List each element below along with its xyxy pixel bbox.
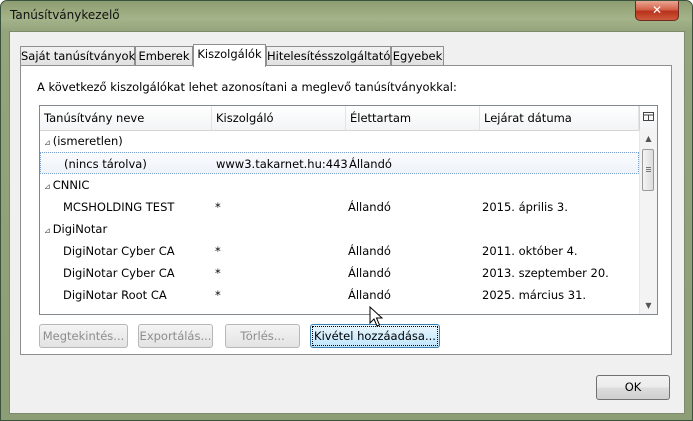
tab-servers[interactable]: Kiszolgálók <box>193 44 266 67</box>
column-header-name[interactable]: Tanúsítvány neve <box>40 106 212 130</box>
vertical-scrollbar[interactable]: ▲ ▼ <box>639 130 657 314</box>
cell-server: www3.takarnet.hu:443 <box>216 157 348 171</box>
ok-button[interactable]: OK <box>596 375 670 400</box>
group-label: ⊿ DigiNotar <box>44 218 107 240</box>
cell-expiry: 2025. március 31. <box>482 288 587 302</box>
table-row[interactable]: (nincs tárolva) www3.takarnet.hu:443 Állan… <box>40 152 639 174</box>
group-label: ⊿ (ismeretlen) <box>44 130 123 152</box>
certificate-tree[interactable]: Tanúsítvány neve Kiszolgáló Élettartam L… <box>39 105 658 315</box>
cell-server: * <box>215 200 221 214</box>
scroll-up-arrow-icon[interactable]: ▲ <box>640 130 657 147</box>
tab-authorities[interactable]: Hitelesítésszolgáltatók <box>266 46 397 66</box>
tab-others[interactable]: Egyebek <box>391 46 444 66</box>
table-row[interactable]: DigiNotar Root CA * Állandó 2025. március 3… <box>40 284 639 306</box>
tree-group-row[interactable]: ⊿ DigiNotar <box>40 218 639 240</box>
cell-lifetime: Állandó <box>348 288 391 302</box>
cell-lifetime: Állandó <box>348 200 391 214</box>
tree-header: Tanúsítvány neve Kiszolgáló Élettartam L… <box>40 106 639 131</box>
column-picker-icon <box>643 112 654 121</box>
add-exception-label: Kivétel hozzáadása... <box>312 326 438 346</box>
cell-expiry: 2013. szeptember 20. <box>482 266 609 280</box>
table-row[interactable]: DigiNotar Cyber CA * Állandó 2011. október … <box>40 240 639 262</box>
close-icon: ✕ <box>651 3 663 17</box>
cell-name: (nincs tárolva) <box>64 157 147 171</box>
panel-description: A következő kiszolgálókat lehet azonosít… <box>37 80 457 94</box>
view-button[interactable]: Megtekintés... <box>39 324 128 348</box>
group-name: CNNIC <box>52 178 90 192</box>
cell-lifetime: Állandó <box>348 266 391 280</box>
group-name: (ismeretlen) <box>52 134 123 148</box>
cell-expiry: 2015. április 3. <box>482 200 568 214</box>
scrollbar-thumb[interactable] <box>642 149 654 191</box>
tab-own-certificates[interactable]: Saját tanúsítványok <box>20 46 135 66</box>
expand-twisty-icon[interactable]: ⊿ <box>44 182 51 191</box>
tree-group-row[interactable]: ⊿ (ismeretlen) <box>40 130 639 152</box>
tab-people[interactable]: Emberek <box>135 46 193 66</box>
cell-server: * <box>215 244 221 258</box>
cell-expiry: 2011. október 4. <box>482 244 578 258</box>
cell-server: * <box>215 266 221 280</box>
cell-lifetime: Állandó <box>349 157 392 171</box>
cell-name: MCSHOLDING TEST <box>63 200 175 214</box>
export-button[interactable]: Exportálás... <box>138 324 213 348</box>
column-header-server[interactable]: Kiszolgáló <box>212 106 346 130</box>
group-label: ⊿ CNNIC <box>44 174 89 196</box>
table-row[interactable]: MCSHOLDING TEST * Állandó 2015. április 3. <box>40 196 639 218</box>
cell-name: DigiNotar Root CA <box>63 288 167 302</box>
expand-twisty-icon[interactable]: ⊿ <box>44 226 51 235</box>
expand-twisty-icon[interactable]: ⊿ <box>44 138 51 147</box>
delete-button[interactable]: Törlés... <box>225 324 300 348</box>
dialog-client-area: Saját tanúsítványok Emberek Kiszolgálók … <box>9 31 685 414</box>
column-picker-button[interactable] <box>639 106 657 130</box>
table-row[interactable]: DigiNotar Cyber CA * Állandó 2013. szeptemb… <box>40 262 639 284</box>
group-name: DigiNotar <box>52 222 108 236</box>
close-button[interactable]: ✕ <box>635 1 679 21</box>
cell-name: DigiNotar Cyber CA <box>63 266 175 280</box>
window-title: Tanúsítványkezelő <box>10 8 120 22</box>
mouse-cursor-icon <box>369 306 383 327</box>
cell-lifetime: Állandó <box>348 244 391 258</box>
tree-group-row[interactable]: ⊿ CNNIC <box>40 174 639 196</box>
column-header-lifetime[interactable]: Élettartam <box>346 106 480 130</box>
cell-server: * <box>215 288 221 302</box>
servers-panel: A következő kiszolgálókat lehet azonosít… <box>20 65 672 355</box>
column-header-expiry[interactable]: Lejárat dátuma <box>480 106 639 130</box>
title-bar[interactable]: Tanúsítványkezelő ✕ <box>1 1 692 31</box>
scroll-down-arrow-icon[interactable]: ▼ <box>640 297 657 314</box>
window-frame: Tanúsítványkezelő ✕ Saját tanúsítványok … <box>0 0 693 421</box>
cell-name: DigiNotar Cyber CA <box>63 244 175 258</box>
